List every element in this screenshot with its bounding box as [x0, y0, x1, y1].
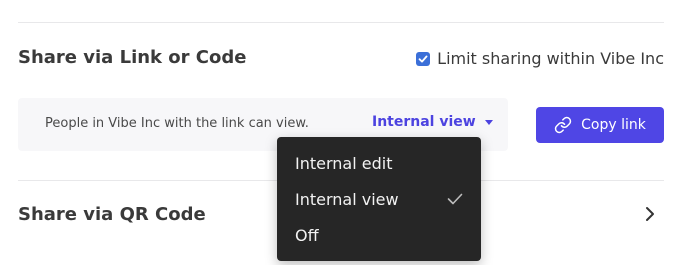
top-divider — [18, 22, 664, 23]
link-icon — [554, 116, 572, 134]
menu-item-internal-view[interactable]: Internal view — [277, 182, 481, 216]
qr-section-title: Share via QR Code — [18, 204, 206, 225]
menu-item-label: Internal edit — [295, 154, 393, 173]
access-level-select[interactable]: Internal view — [372, 114, 493, 130]
menu-item-internal-edit[interactable]: Internal edit — [277, 146, 481, 180]
access-level-menu: Internal edit Internal view Off — [277, 137, 481, 261]
access-level-selected: Internal view — [372, 114, 476, 130]
share-settings-panel: Share via Link or Code Limit sharing wit… — [0, 0, 688, 265]
limit-sharing-toggle[interactable]: Limit sharing within Vibe Inc — [416, 49, 664, 68]
limit-sharing-checkbox[interactable] — [416, 51, 431, 66]
caret-down-icon — [484, 119, 493, 125]
menu-item-label: Internal view — [295, 190, 399, 209]
chevron-right-icon[interactable] — [644, 206, 656, 222]
checkmark-icon — [447, 193, 463, 205]
link-section-title: Share via Link or Code — [18, 47, 247, 68]
limit-sharing-label: Limit sharing within Vibe Inc — [437, 49, 664, 68]
menu-item-label: Off — [295, 226, 319, 245]
checkmark-icon — [418, 55, 428, 62]
menu-item-off[interactable]: Off — [277, 218, 481, 252]
copy-link-label: Copy link — [581, 117, 646, 133]
link-access-description: People in Vibe Inc with the link can vie… — [45, 116, 309, 131]
copy-link-button[interactable]: Copy link — [536, 107, 664, 143]
